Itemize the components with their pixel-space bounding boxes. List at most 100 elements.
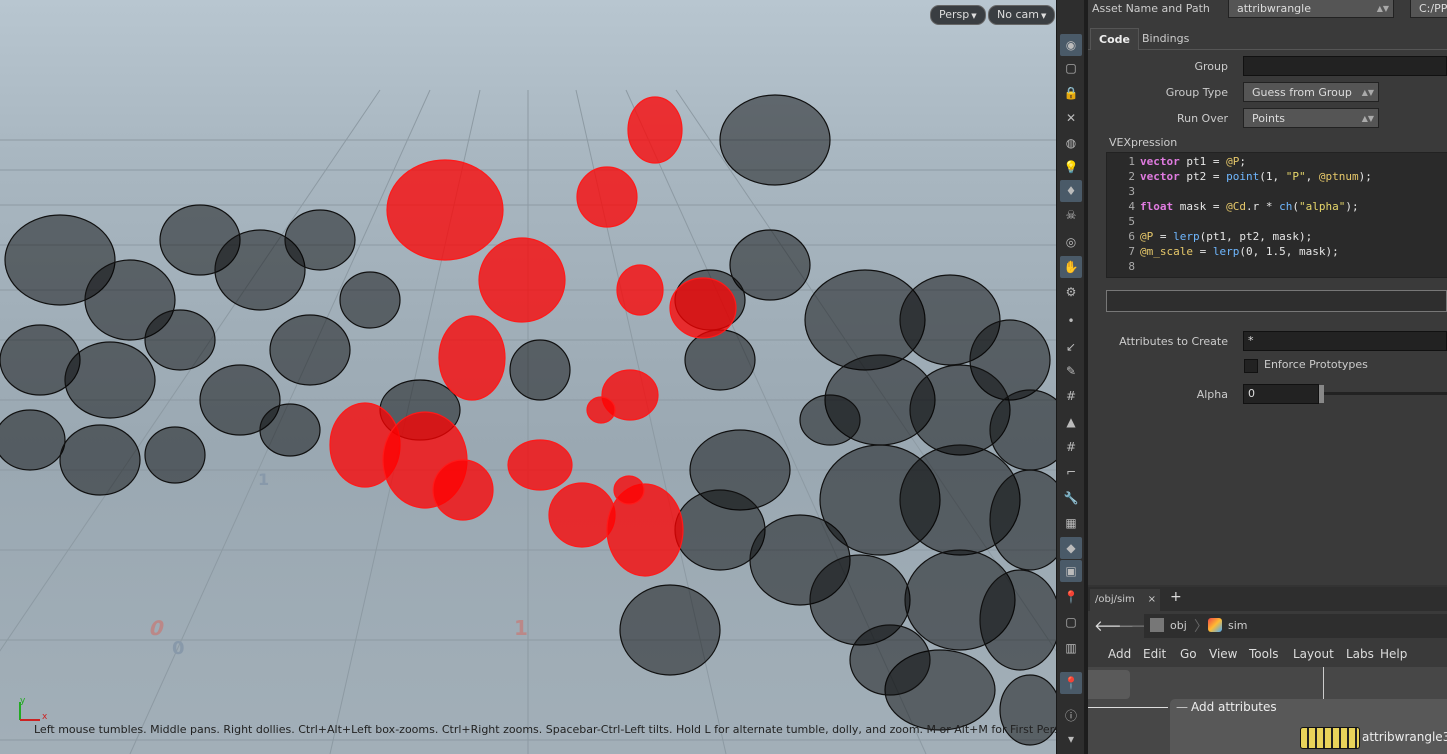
grid-label-1b: 1 (258, 470, 270, 489)
hand-icon[interactable]: ✋ (1060, 256, 1082, 278)
num-icon[interactable]: # (1060, 385, 1082, 407)
tab-obj-sim[interactable]: /obj/sim × (1090, 589, 1160, 611)
attributes-to-create-label: Attributes to Create (1119, 335, 1228, 348)
camera-label: No cam (997, 8, 1039, 21)
line-number: 3 (1128, 185, 1135, 198)
alpha-field[interactable]: 0 (1243, 384, 1319, 404)
sim-icon (1208, 618, 1222, 632)
select-icon[interactable]: ▢ (1060, 57, 1082, 79)
status-text: Left mouse tumbles. Middle pans. Right d… (34, 723, 1056, 736)
breadcrumb-obj[interactable]: obj (1170, 619, 1187, 632)
box-icon[interactable]: ▣ (1060, 560, 1082, 582)
menu-view[interactable]: View (1209, 647, 1237, 661)
arrow-icon[interactable]: ↙ (1060, 336, 1082, 358)
location-icon[interactable]: 📍 (1060, 672, 1082, 694)
asset-path-field[interactable]: C:/PP (1410, 0, 1447, 18)
light-icon[interactable]: 💡 (1060, 156, 1082, 178)
chevron-right-icon: 〉 (1194, 619, 1208, 635)
axis-gizmo-icon (19, 702, 40, 721)
tab-bindings[interactable]: Bindings (1134, 28, 1197, 49)
persp-label: Persp (939, 8, 970, 21)
code-line-2: vector pt2 = point(1, "P", @ptnum); (1140, 170, 1372, 183)
menu-go[interactable]: Go (1180, 647, 1197, 661)
grid-icon[interactable]: ▦ (1060, 512, 1082, 534)
grid-label-0b: 0 (172, 638, 185, 659)
grid-label-1a: 1 (514, 616, 528, 640)
attributes-to-create-field[interactable]: * (1243, 331, 1447, 351)
collapse-icon[interactable]: — (1176, 700, 1188, 714)
down-icon[interactable]: ▾ (1060, 728, 1082, 750)
bulb-icon[interactable]: ♦ (1060, 180, 1082, 202)
obj-icon (1150, 618, 1164, 632)
asset-name-value: attribwrangle (1237, 2, 1311, 15)
tool-icon[interactable]: ⚙ (1060, 281, 1082, 303)
code-drag-bar[interactable] (1106, 290, 1447, 312)
parameter-panel: Asset Name and Path attribwrangle ▲▼ C:/P… (1088, 0, 1447, 585)
network-editor[interactable]: — Add attributes attribwrangle3 (1088, 667, 1447, 754)
line-number: 7 (1128, 245, 1135, 258)
eye-icon[interactable]: ◉ (1060, 34, 1082, 56)
menu-edit[interactable]: Edit (1143, 647, 1166, 661)
menu-labs[interactable]: Labs (1346, 647, 1374, 661)
scene-grid (0, 89, 1056, 754)
bracket-icon[interactable]: ⌐ (1060, 461, 1082, 483)
enforce-prototypes-checkbox[interactable] (1244, 359, 1258, 373)
network-tab-bar: /obj/sim × + (1088, 587, 1447, 611)
vexpression-label: VEXpression (1109, 136, 1178, 149)
image-icon[interactable]: ▥ (1060, 637, 1082, 659)
x-icon[interactable]: ✕ (1060, 107, 1082, 129)
diamond-icon[interactable]: ◆ (1060, 537, 1082, 559)
menu-tools[interactable]: Tools (1249, 647, 1279, 661)
3d-viewport[interactable]: 0 1 0 1 Persp ▼ No cam ▼ y x Left mouse tu… (0, 0, 1056, 754)
tab-code[interactable]: Code (1090, 28, 1139, 50)
menu-layout[interactable]: Layout (1293, 647, 1334, 661)
network-pane: /obj/sim × + 🡐 🡒 obj 〉 sim Add Edit Go V… (1088, 587, 1447, 754)
network-box-add-attributes[interactable]: — Add attributes attribwrangle3 (1170, 699, 1447, 754)
chevron-down-icon: ▼ (971, 12, 977, 20)
code-line-7: @m_scale = lerp(0, 1.5, mask); (1140, 245, 1339, 258)
group-type-dropdown[interactable]: Guess from Group ▲▼ (1243, 82, 1379, 102)
lock-icon[interactable]: 🔒 (1060, 82, 1082, 104)
pin-icon[interactable]: 📍 (1060, 586, 1082, 608)
axis-x-label: x (42, 712, 48, 722)
skull-icon[interactable]: ☠ (1060, 204, 1082, 226)
asset-name-dropdown[interactable]: attribwrangle ▲▼ (1228, 0, 1394, 18)
line-number: 1 (1128, 155, 1135, 168)
network-box-title: Add attributes (1191, 700, 1277, 714)
parm-tabs: Code Bindings (1088, 27, 1447, 50)
alpha-slider-track[interactable] (1322, 392, 1447, 395)
group-field[interactable] (1243, 56, 1447, 76)
code-line-4: float mask = @Cd.r * ch("alpha"); (1140, 200, 1359, 213)
square-icon[interactable]: ▢ (1060, 611, 1082, 633)
axis-y-label: y (20, 696, 26, 706)
run-over-label: Run Over (1176, 112, 1228, 125)
wrench-icon[interactable]: 🔧 (1060, 487, 1082, 509)
alpha-label: Alpha (1196, 388, 1228, 401)
run-over-value: Points (1252, 112, 1286, 125)
network-box-partial[interactable] (1088, 670, 1130, 699)
line-number: 2 (1128, 170, 1135, 183)
close-icon[interactable]: × (1148, 589, 1156, 611)
alpha-slider-handle[interactable] (1319, 385, 1324, 403)
num2-icon[interactable]: # (1060, 436, 1082, 458)
code-line-1: vector pt1 = @P; (1140, 155, 1246, 168)
line-number: 8 (1128, 260, 1135, 273)
line-number: 5 (1128, 215, 1135, 228)
camera-button[interactable]: No cam ▼ (988, 5, 1056, 25)
wrangle-node-icon[interactable] (1300, 727, 1360, 749)
persp-button[interactable]: Persp ▼ (930, 5, 986, 25)
add-tab-button[interactable]: + (1170, 589, 1182, 605)
camera-icon[interactable]: ◎ (1060, 231, 1082, 253)
brush-icon[interactable]: ▲ (1060, 411, 1082, 433)
run-over-dropdown[interactable]: Points ▲▼ (1243, 108, 1379, 128)
menu-add[interactable]: Add (1108, 647, 1131, 661)
dot-icon[interactable]: • (1060, 310, 1082, 332)
menu-help[interactable]: Help (1380, 647, 1407, 661)
vex-code-editor[interactable]: 1 vector pt1 = @P; 2 vector pt2 = point(… (1106, 152, 1447, 278)
code-line-6: @P = lerp(pt1, pt2, mask); (1140, 230, 1313, 243)
info-icon[interactable]: ⓘ (1060, 704, 1082, 726)
breadcrumb-sim[interactable]: sim (1228, 619, 1248, 632)
sphere-icon[interactable]: ◍ (1060, 132, 1082, 154)
pen-icon[interactable]: ✎ (1060, 360, 1082, 382)
updown-icon: ▲▼ (1361, 114, 1374, 123)
